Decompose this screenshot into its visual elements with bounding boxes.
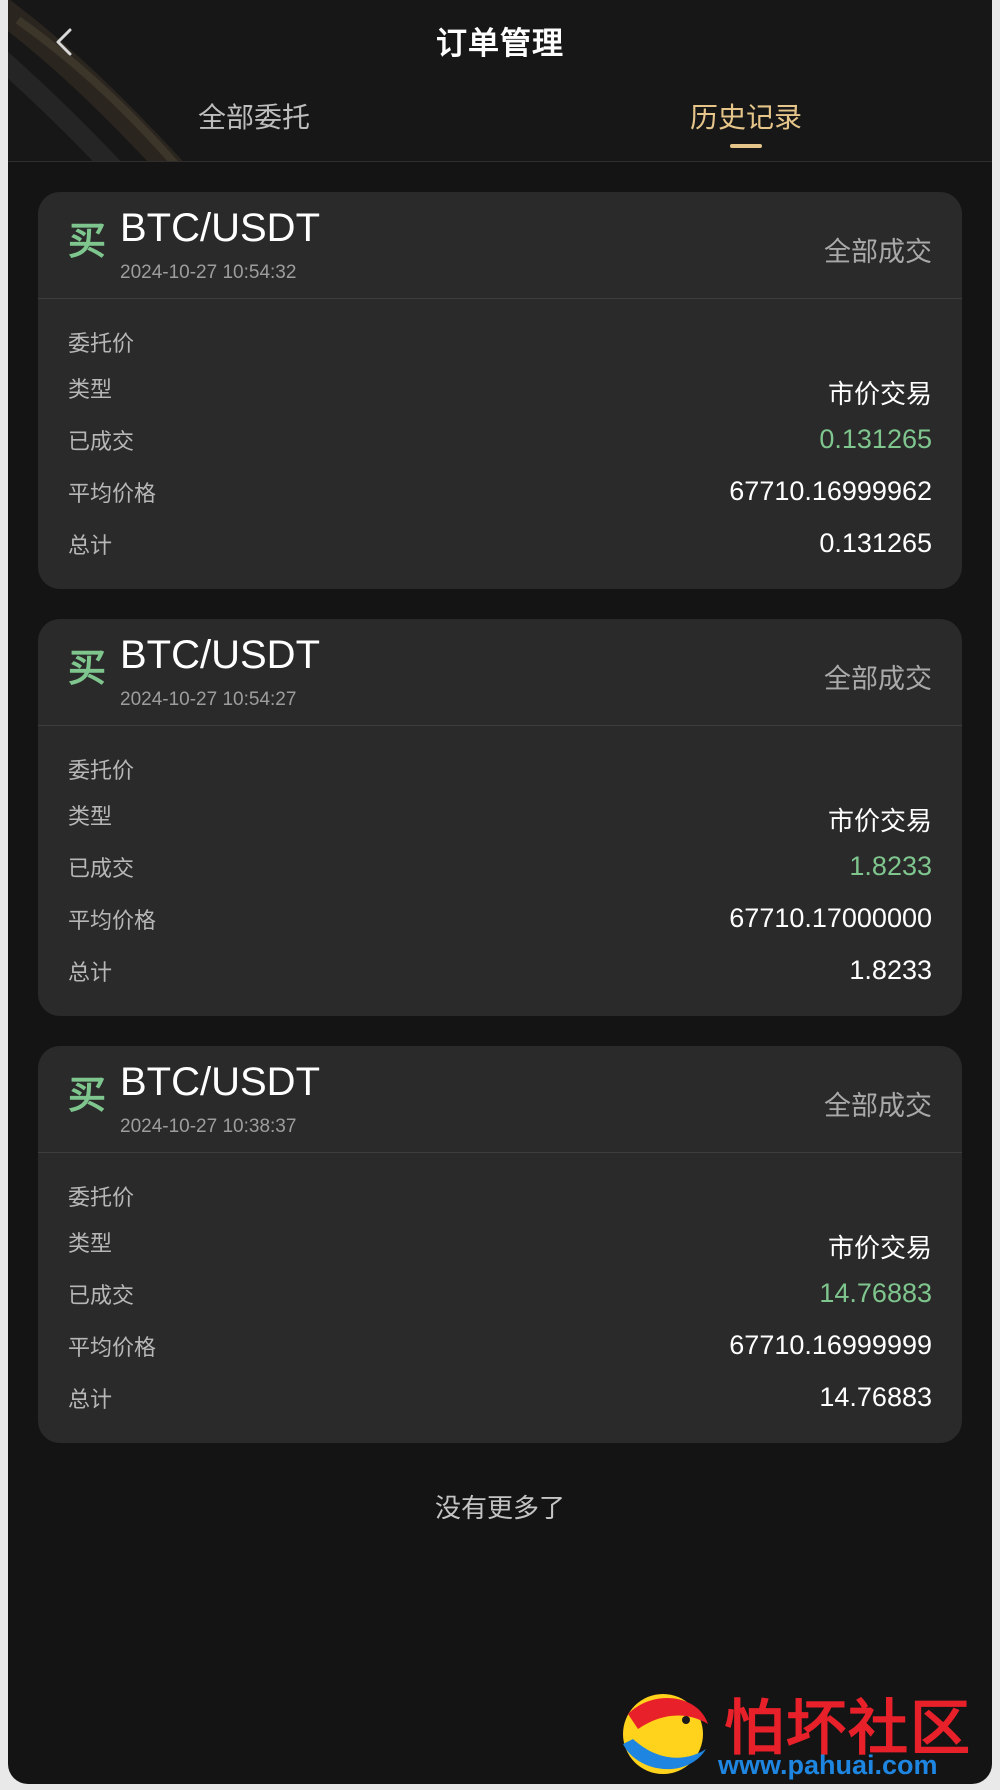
order-status: 全部成交 <box>824 664 932 695</box>
tab-history[interactable]: 历史记录 <box>690 96 802 136</box>
label-order-price: 委托价 <box>68 759 135 784</box>
page-title: 订单管理 <box>436 26 564 62</box>
label-filled: 已成交 <box>68 430 135 455</box>
label-total: 总计 <box>68 961 113 986</box>
label-filled: 已成交 <box>68 857 135 882</box>
no-more-text: 没有更多了 <box>434 1494 565 1524</box>
value-type: 市价交易 <box>827 1234 932 1264</box>
label-order-price: 委托价 <box>68 1186 135 1211</box>
value-filled: 1.8233 <box>849 851 932 881</box>
order-card[interactable]: 买 BTC/USDT 2024-10-27 10:38:37 全部成交 委托价 … <box>38 1046 962 1443</box>
order-time: 2024-10-27 10:54:27 <box>120 689 297 710</box>
label-average-price: 平均价格 <box>68 909 157 934</box>
order-card-header: 买 BTC/USDT 2024-10-27 10:54:27 全部成交 <box>38 619 962 726</box>
watermark-url: www.pahuai.com <box>718 1750 938 1780</box>
value-type: 市价交易 <box>827 807 932 837</box>
order-status: 全部成交 <box>824 1091 932 1122</box>
value-filled: 14.76883 <box>819 1278 932 1308</box>
order-card-header: 买 BTC/USDT 2024-10-27 10:54:32 全部成交 <box>38 192 962 299</box>
label-type: 类型 <box>68 805 113 830</box>
label-filled: 已成交 <box>68 1284 135 1309</box>
order-side-badge: 买 <box>68 1073 107 1117</box>
trading-pair: BTC/USDT <box>120 206 320 250</box>
value-filled: 0.131265 <box>819 424 932 454</box>
value-average-price: 67710.16999962 <box>729 476 932 506</box>
label-type: 类型 <box>68 378 113 403</box>
trading-pair: BTC/USDT <box>120 633 320 677</box>
value-total: 1.8233 <box>849 955 932 985</box>
order-status: 全部成交 <box>824 237 932 268</box>
value-type: 市价交易 <box>827 380 932 410</box>
label-total: 总计 <box>68 1388 113 1413</box>
label-type: 类型 <box>68 1232 113 1257</box>
order-side-badge: 买 <box>68 646 107 690</box>
site-watermark: 怕坏社区 www.pahuai.com <box>600 1680 990 1784</box>
order-time: 2024-10-27 10:38:37 <box>120 1116 297 1137</box>
value-total: 14.76883 <box>819 1382 932 1412</box>
value-total: 0.131265 <box>819 528 932 558</box>
header: 订单管理 全部委托 历史记录 <box>8 0 992 162</box>
value-average-price: 67710.17000000 <box>729 903 932 933</box>
label-average-price: 平均价格 <box>68 482 157 507</box>
order-time: 2024-10-27 10:54:32 <box>120 262 297 283</box>
fish-logo-icon <box>623 1694 708 1774</box>
label-average-price: 平均价格 <box>68 1336 157 1361</box>
tab-all-orders[interactable]: 全部委托 <box>198 96 310 136</box>
order-side-badge: 买 <box>68 219 107 263</box>
order-card[interactable]: 买 BTC/USDT 2024-10-27 10:54:27 全部成交 委托价 … <box>38 619 962 1016</box>
active-tab-indicator <box>730 144 762 148</box>
app-screen: 订单管理 全部委托 历史记录 买 BTC/USDT 2024-10-27 10:… <box>8 0 992 1784</box>
trading-pair: BTC/USDT <box>120 1060 320 1104</box>
label-order-price: 委托价 <box>68 332 135 357</box>
order-card-header: 买 BTC/USDT 2024-10-27 10:38:37 全部成交 <box>38 1046 962 1153</box>
label-total: 总计 <box>68 534 113 559</box>
value-average-price: 67710.16999999 <box>729 1330 932 1360</box>
order-card[interactable]: 买 BTC/USDT 2024-10-27 10:54:32 全部成交 委托价 … <box>38 192 962 589</box>
